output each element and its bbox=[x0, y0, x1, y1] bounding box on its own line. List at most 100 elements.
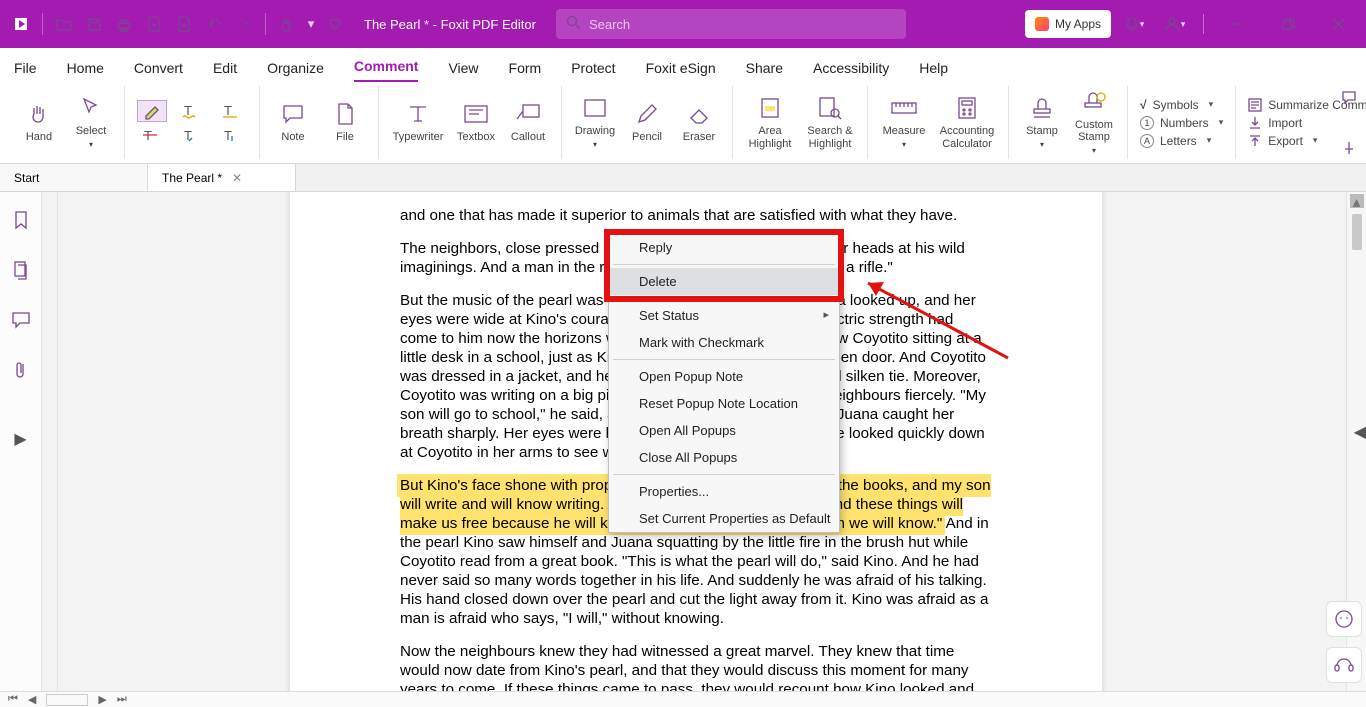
search-highlight-tool[interactable]: Search & Highlight bbox=[801, 93, 859, 151]
menu-help[interactable]: Help bbox=[919, 60, 948, 82]
save-icon[interactable] bbox=[81, 11, 107, 37]
svg-text:T: T bbox=[224, 128, 232, 143]
pages-icon[interactable] bbox=[9, 258, 33, 282]
ctx-mark-check[interactable]: Mark with Checkmark bbox=[609, 329, 839, 356]
note-tool[interactable]: Note bbox=[268, 99, 318, 145]
menu-esign[interactable]: Foxit eSign bbox=[646, 60, 716, 82]
symbols-menu[interactable]: √Symbols bbox=[1136, 98, 1227, 112]
app-logo-icon[interactable] bbox=[8, 11, 34, 37]
comments-icon[interactable] bbox=[9, 308, 33, 332]
menu-protect[interactable]: Protect bbox=[571, 60, 615, 82]
insert-text-tool[interactable]: T bbox=[217, 124, 247, 146]
hand-tool[interactable]: Hand bbox=[14, 99, 64, 145]
ctx-open-all[interactable]: Open All Popups bbox=[609, 417, 839, 444]
menu-organize[interactable]: Organize bbox=[267, 60, 324, 82]
comments-pane-icon[interactable] bbox=[1338, 86, 1360, 108]
assistant-icon[interactable] bbox=[1326, 601, 1362, 637]
eraser-tool[interactable]: Eraser bbox=[674, 99, 724, 145]
menu-view[interactable]: View bbox=[448, 60, 478, 82]
search-box[interactable] bbox=[556, 9, 906, 39]
hand-dropdown-icon[interactable] bbox=[274, 11, 300, 37]
favorite-icon[interactable] bbox=[322, 11, 348, 37]
menu-comment[interactable]: Comment bbox=[354, 58, 419, 82]
calculator-icon bbox=[954, 95, 980, 121]
ctx-reply[interactable]: Reply bbox=[609, 234, 839, 261]
ctx-close-all[interactable]: Close All Popups bbox=[609, 444, 839, 471]
area-highlight-tool[interactable]: Area Highlight bbox=[741, 93, 799, 151]
text-markup-tools: T T T T T bbox=[133, 98, 251, 148]
drawing-icon bbox=[582, 95, 608, 121]
page-add-icon[interactable] bbox=[141, 11, 167, 37]
redo-icon[interactable] bbox=[231, 11, 257, 37]
textbox-tool[interactable]: Textbox bbox=[451, 99, 501, 145]
doc-tab-pearl[interactable]: The Pearl *✕ bbox=[148, 164, 296, 191]
collapse-right-icon[interactable]: ◀ bbox=[1354, 422, 1366, 442]
myapps-icon bbox=[1035, 17, 1049, 31]
strikeout-tool[interactable]: T bbox=[137, 124, 167, 146]
support-icon[interactable] bbox=[1326, 647, 1362, 683]
ctx-reset-popup[interactable]: Reset Popup Note Location bbox=[609, 390, 839, 417]
typewriter-tool[interactable]: Typewriter bbox=[387, 99, 449, 145]
hand-dropdown-caret-icon[interactable]: ▾ bbox=[304, 11, 318, 37]
close-button[interactable] bbox=[1316, 0, 1360, 48]
numbers-menu[interactable]: 1Numbers bbox=[1136, 116, 1227, 130]
drawing-tool[interactable]: Drawing▾ bbox=[570, 93, 620, 152]
svg-text:T: T bbox=[224, 103, 232, 118]
search-highlight-icon bbox=[817, 95, 843, 121]
ribbon: Hand Select▾ T T T T T Note File Typewri… bbox=[0, 82, 1366, 164]
menu-form[interactable]: Form bbox=[509, 60, 542, 82]
callout-tool[interactable]: Callout bbox=[503, 99, 553, 145]
page-number-field[interactable] bbox=[46, 694, 88, 706]
ctx-open-popup[interactable]: Open Popup Note bbox=[609, 363, 839, 390]
calc-tool[interactable]: Accounting Calculator bbox=[934, 93, 1000, 151]
para: and one that has made it superior to ani… bbox=[400, 206, 992, 225]
pencil-tool[interactable]: Pencil bbox=[622, 99, 672, 145]
menu-file[interactable]: File bbox=[14, 60, 37, 82]
user-icon[interactable]: ▾ bbox=[1157, 0, 1191, 48]
menu-home[interactable]: Home bbox=[67, 60, 104, 82]
bookmarks-icon[interactable] bbox=[9, 208, 33, 232]
file-icon bbox=[332, 101, 358, 127]
custom-stamp-icon bbox=[1081, 89, 1107, 115]
pin-ribbon-icon[interactable] bbox=[1338, 137, 1360, 159]
my-apps-button[interactable]: My Apps bbox=[1025, 10, 1111, 38]
open-icon[interactable] bbox=[51, 11, 77, 37]
measure-tool[interactable]: Measure▾ bbox=[876, 93, 932, 152]
restore-button[interactable] bbox=[1266, 0, 1310, 48]
print-icon[interactable] bbox=[111, 11, 137, 37]
sb-last[interactable]: ⏭ bbox=[117, 693, 127, 706]
para: Now the neighbours knew they had witness… bbox=[400, 642, 992, 691]
ctx-properties[interactable]: Properties... bbox=[609, 478, 839, 505]
sb-next[interactable]: ▶ bbox=[98, 693, 106, 706]
sb-prev[interactable]: ◀ bbox=[28, 693, 36, 706]
quick-access-toolbar: ▾ bbox=[0, 11, 356, 37]
menu-edit[interactable]: Edit bbox=[213, 60, 237, 82]
menu-share[interactable]: Share bbox=[746, 60, 783, 82]
squiggly-tool[interactable]: T bbox=[177, 100, 207, 122]
start-tab[interactable]: Start bbox=[0, 164, 148, 191]
custom-stamp-tool[interactable]: Custom Stamp▾ bbox=[1069, 87, 1119, 158]
sb-first[interactable]: ⏮ bbox=[8, 693, 18, 706]
expand-panel-icon[interactable]: ▶ bbox=[9, 427, 33, 451]
stamp-tool[interactable]: Stamp▾ bbox=[1017, 93, 1067, 152]
hand-icon bbox=[26, 101, 52, 127]
underline-tool[interactable]: T bbox=[217, 100, 247, 122]
undo-icon[interactable] bbox=[201, 11, 227, 37]
file-attach-tool[interactable]: File bbox=[320, 99, 370, 145]
attachments-icon[interactable] bbox=[9, 358, 33, 382]
close-tab-icon[interactable]: ✕ bbox=[232, 171, 242, 185]
letters-menu[interactable]: ALetters bbox=[1136, 134, 1227, 148]
ctx-set-status[interactable]: Set Status bbox=[609, 302, 839, 329]
menu-accessibility[interactable]: Accessibility bbox=[813, 60, 889, 82]
menu-convert[interactable]: Convert bbox=[134, 60, 183, 82]
ctx-set-default[interactable]: Set Current Properties as Default bbox=[609, 505, 839, 532]
highlight-tool[interactable] bbox=[137, 100, 167, 122]
status-bar: ⏮ ◀ ▶ ⏭ bbox=[0, 691, 1366, 707]
page-x-icon[interactable] bbox=[171, 11, 197, 37]
select-tool[interactable]: Select▾ bbox=[66, 93, 116, 152]
minimize-button[interactable] bbox=[1216, 0, 1260, 48]
bell-icon[interactable]: ▾ bbox=[1117, 0, 1151, 48]
replace-text-tool[interactable]: T bbox=[177, 124, 207, 146]
ctx-delete[interactable]: Delete bbox=[609, 268, 839, 295]
search-input[interactable] bbox=[589, 17, 896, 32]
